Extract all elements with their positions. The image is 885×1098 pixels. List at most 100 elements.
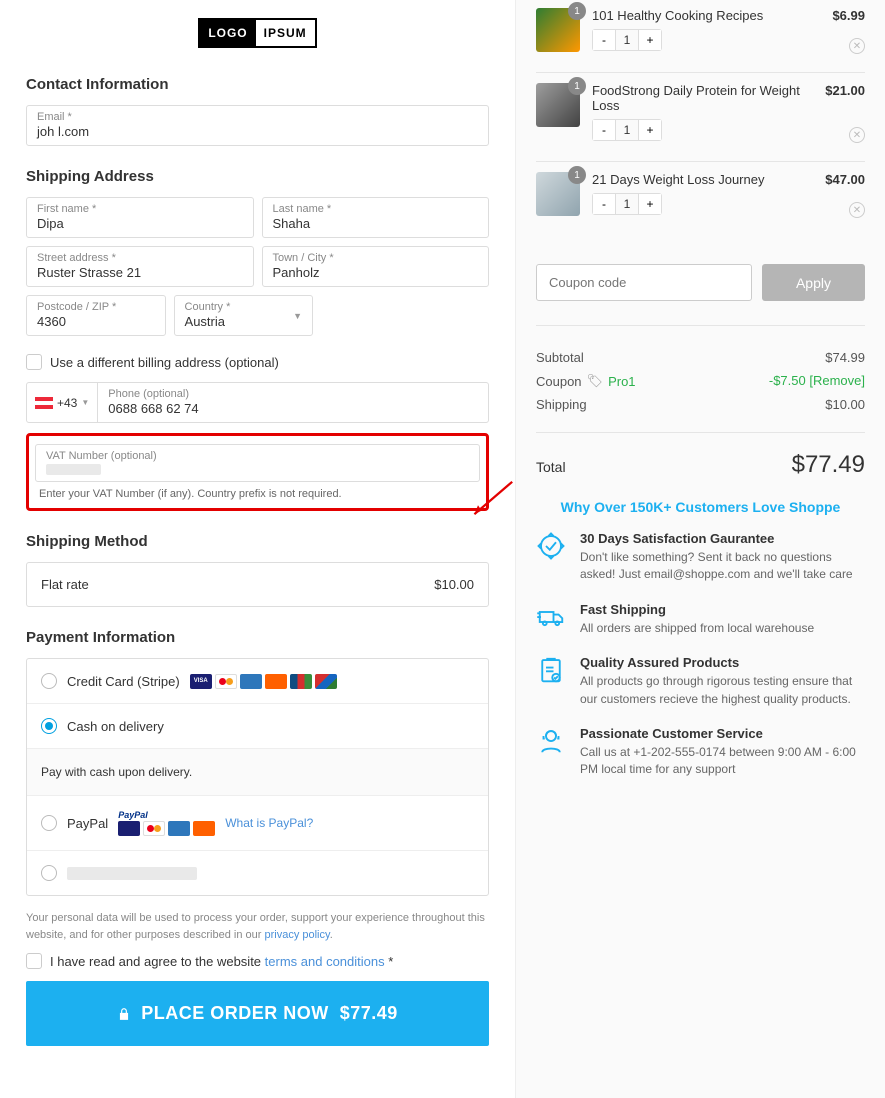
- radio-icon: [41, 673, 57, 689]
- logo-right: IPSUM: [256, 20, 315, 46]
- cart-item: 1 FoodStrong Daily Protein for Weight Lo…: [536, 73, 865, 162]
- mastercard-icon: [143, 821, 165, 836]
- shipping-label: Shipping: [536, 397, 587, 412]
- shipping-value: $10.00: [825, 397, 865, 412]
- coupon-input[interactable]: [536, 264, 752, 301]
- qty-badge: 1: [568, 166, 586, 184]
- place-order-button[interactable]: PLACE ORDER NOW $77.49: [26, 981, 489, 1046]
- shipping-heading: Shipping Address: [26, 168, 489, 185]
- coupon-discount: -$7.50: [769, 373, 806, 388]
- logo-left: LOGO: [200, 20, 255, 46]
- qty-plus[interactable]: +: [639, 120, 661, 140]
- feature-guarantee: 30 Days Satisfaction Gaurantee Don't lik…: [536, 531, 865, 584]
- last-name-field[interactable]: Last name * Shaha: [262, 197, 490, 238]
- badge-check-icon: [536, 531, 566, 584]
- cart-item: 1 101 Healthy Cooking Recipes - 1 + $6.9…: [536, 8, 865, 73]
- email-label: Email *: [37, 111, 478, 123]
- visa-icon: VISA: [190, 674, 212, 689]
- visa-icon: [118, 821, 140, 836]
- qty-minus[interactable]: -: [593, 120, 615, 140]
- payment-paypal[interactable]: PayPal PayPal What is PayPal?: [27, 796, 488, 851]
- vat-help-text: Enter your VAT Number (if any). Country …: [35, 488, 480, 500]
- coupon-code: Pro1: [608, 374, 635, 389]
- phone-field[interactable]: Phone (optional) 0688 668 62 74: [98, 383, 488, 422]
- payment-credit-card[interactable]: Credit Card (Stripe) VISA: [27, 659, 488, 704]
- payment-hidden-option[interactable]: [27, 851, 488, 895]
- truck-icon: [536, 602, 566, 637]
- shipping-method-option[interactable]: Flat rate $10.00: [26, 562, 489, 607]
- privacy-link[interactable]: privacy policy: [264, 929, 329, 941]
- coupon-label: Coupon: [536, 374, 582, 389]
- product-thumb: 1: [536, 172, 580, 216]
- city-field[interactable]: Town / City * Panholz: [262, 246, 490, 287]
- qty-badge: 1: [568, 2, 586, 20]
- shipping-method-heading: Shipping Method: [26, 533, 489, 550]
- product-thumb: 1: [536, 8, 580, 52]
- payment-cod[interactable]: Cash on delivery: [27, 704, 488, 749]
- quantity-stepper[interactable]: - 1 +: [592, 119, 662, 141]
- feature-quality: Quality Assured Products All products go…: [536, 655, 865, 708]
- product-name: 101 Healthy Cooking Recipes: [592, 8, 820, 23]
- unionpay-icon: [315, 674, 337, 689]
- product-thumb: 1: [536, 83, 580, 127]
- product-name: FoodStrong Daily Protein for Weight Loss: [592, 83, 813, 113]
- qty-badge: 1: [568, 77, 586, 95]
- vat-field[interactable]: VAT Number (optional): [35, 444, 480, 482]
- qty-minus[interactable]: -: [593, 30, 615, 50]
- radio-icon: [41, 865, 57, 881]
- street-field[interactable]: Street address * Ruster Strasse 21: [26, 246, 254, 287]
- paypal-info-link[interactable]: What is PayPal?: [225, 816, 313, 830]
- cod-description: Pay with cash upon delivery.: [27, 749, 488, 796]
- flag-icon: [35, 397, 53, 409]
- payment-heading: Payment Information: [26, 629, 489, 646]
- email-value: joh l.com: [37, 124, 478, 139]
- remove-coupon-link[interactable]: [Remove]: [809, 373, 865, 388]
- discover-icon: [265, 674, 287, 689]
- subtotal-label: Subtotal: [536, 350, 584, 365]
- quantity-stepper[interactable]: - 1 +: [592, 29, 662, 51]
- country-select[interactable]: Country * Austria ▼: [174, 295, 314, 336]
- email-field[interactable]: Email * joh l.com: [26, 105, 489, 146]
- apply-coupon-button[interactable]: Apply: [762, 264, 865, 301]
- mastercard-icon: [215, 674, 237, 689]
- checkbox-icon: [26, 354, 42, 370]
- annotation-arrow-icon: [469, 480, 514, 528]
- contact-heading: Contact Information: [26, 76, 489, 93]
- cart-item: 1 21 Days Weight Loss Journey - 1 + $47.…: [536, 162, 865, 236]
- vat-highlight-box: VAT Number (optional) Enter your VAT Num…: [26, 433, 489, 511]
- headset-icon: [536, 726, 566, 779]
- diff-billing-checkbox[interactable]: Use a different billing address (optiona…: [26, 354, 489, 370]
- total-value: $77.49: [792, 451, 865, 479]
- tag-icon: 🏷: [587, 373, 604, 389]
- remove-item-button[interactable]: ✕: [849, 38, 865, 54]
- checkbox-icon: [26, 953, 42, 969]
- total-label: Total: [536, 459, 566, 475]
- subtotal-value: $74.99: [825, 350, 865, 365]
- remove-item-button[interactable]: ✕: [849, 127, 865, 143]
- amex-icon: [168, 821, 190, 836]
- product-name: 21 Days Weight Loss Journey: [592, 172, 813, 187]
- qty-plus[interactable]: +: [639, 30, 661, 50]
- terms-link[interactable]: terms and conditions: [265, 954, 385, 969]
- feature-support: Passionate Customer Service Call us at +…: [536, 726, 865, 779]
- vat-value-redacted: [46, 464, 101, 475]
- discover-icon: [193, 821, 215, 836]
- amex-icon: [240, 674, 262, 689]
- qty-minus[interactable]: -: [593, 194, 615, 214]
- why-heading: Why Over 150K+ Customers Love Shoppe: [536, 499, 865, 515]
- chevron-down-icon: ▼: [81, 398, 89, 407]
- postcode-field[interactable]: Postcode / ZIP * 4360: [26, 295, 166, 336]
- country-code-select[interactable]: +43 ▼: [27, 383, 98, 422]
- first-name-field[interactable]: First name * Dipa: [26, 197, 254, 238]
- quantity-stepper[interactable]: - 1 +: [592, 193, 662, 215]
- radio-selected-icon: [41, 718, 57, 734]
- jcb-icon: [290, 674, 312, 689]
- terms-checkbox[interactable]: I have read and agree to the website ter…: [26, 953, 489, 969]
- chevron-down-icon: ▼: [293, 311, 302, 321]
- remove-item-button[interactable]: ✕: [849, 202, 865, 218]
- qty-plus[interactable]: +: [639, 194, 661, 214]
- feature-shipping: Fast Shipping All orders are shipped fro…: [536, 602, 865, 637]
- legal-text: Your personal data will be used to proce…: [26, 910, 489, 943]
- logo: LOGO IPSUM: [26, 18, 489, 48]
- radio-icon: [41, 815, 57, 831]
